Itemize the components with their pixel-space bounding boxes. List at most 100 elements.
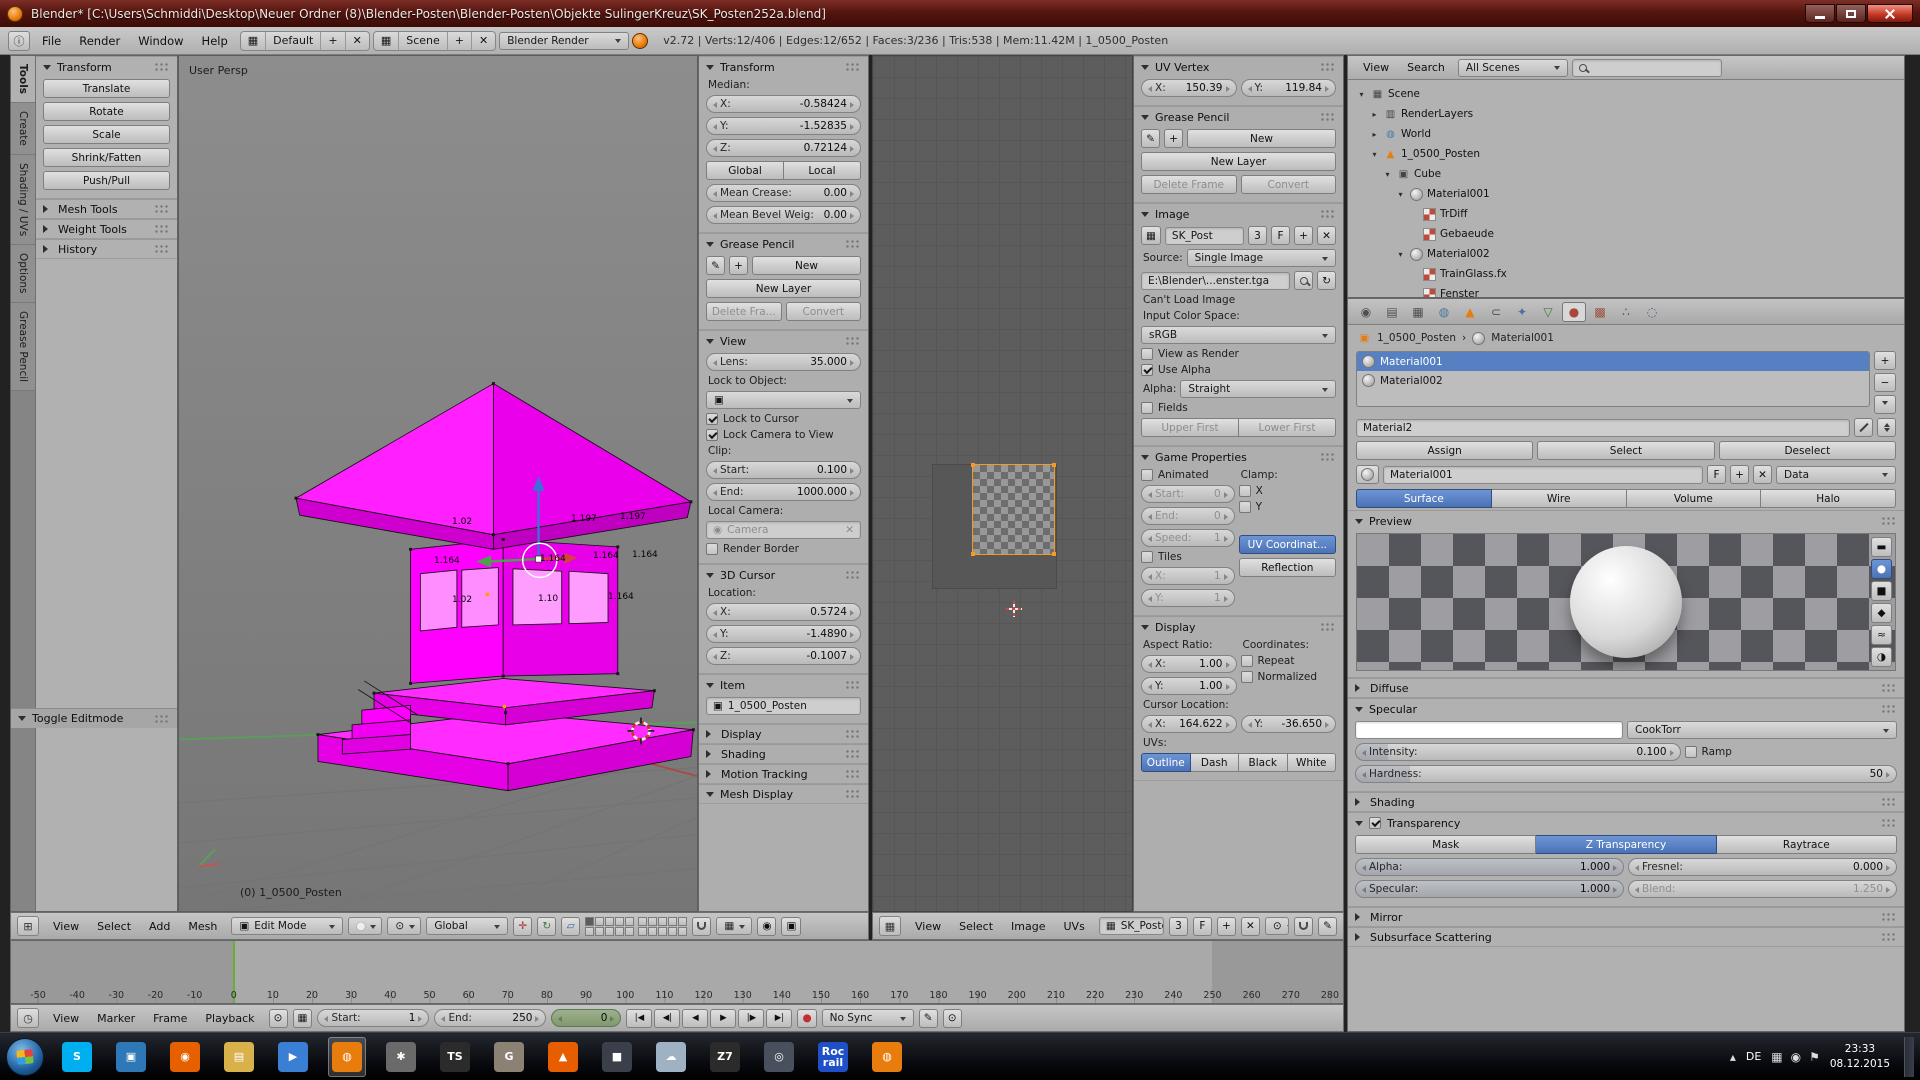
- image-browse-button[interactable]: ▦: [1141, 226, 1161, 245]
- menu-item[interactable]: Playback: [196, 1009, 263, 1028]
- mode-dropdown[interactable]: ▣Edit Mode: [231, 917, 343, 935]
- outliner-search-field[interactable]: [1572, 59, 1722, 77]
- sync-mode-dropdown[interactable]: No Sync: [822, 1009, 914, 1027]
- tool-shelf-tab[interactable]: Tools: [11, 56, 35, 103]
- tab-particles[interactable]: ∴: [1614, 302, 1638, 322]
- unlink-image-button[interactable]: ✕: [1317, 226, 1336, 245]
- panel-header-image[interactable]: Image: [1134, 204, 1343, 224]
- panel-header-subsurface-scattering[interactable]: Subsurface Scattering: [1348, 927, 1904, 947]
- median-x-field[interactable]: X:-0.58424: [706, 95, 861, 113]
- panel-header-item[interactable]: Item: [699, 675, 868, 695]
- taskbar-blender[interactable]: ◍: [328, 1037, 366, 1077]
- material-type-button[interactable]: Surface: [1356, 489, 1492, 508]
- local-button[interactable]: Local: [784, 161, 861, 180]
- panel-header-shading[interactable]: Shading: [1348, 792, 1904, 812]
- image-users-button[interactable]: 3: [1248, 226, 1267, 245]
- snap-toggle-button[interactable]: [1294, 917, 1313, 936]
- uv-vertex-y-field[interactable]: Y:119.84: [1241, 79, 1337, 97]
- median-z-field[interactable]: Z:0.72124: [706, 139, 861, 157]
- cursor-location-y-field[interactable]: Y:-36.650: [1241, 715, 1337, 733]
- image-users-button[interactable]: 3: [1169, 917, 1188, 936]
- image-source-dropdown[interactable]: Single Image: [1187, 249, 1336, 267]
- panel-header-transform[interactable]: Transform: [36, 57, 177, 77]
- tab-world[interactable]: ◍: [1432, 302, 1456, 322]
- snap-element-dropdown[interactable]: ▦: [716, 917, 752, 935]
- preview-type-button[interactable]: ●: [1871, 559, 1892, 579]
- menu-item[interactable]: Frame: [144, 1009, 196, 1028]
- frame-start-field[interactable]: Start:1: [317, 1009, 429, 1027]
- view-as-render-checkbox[interactable]: View as Render: [1141, 348, 1336, 360]
- expander-icon[interactable]: ▾: [1356, 90, 1367, 99]
- browse-file-button[interactable]: [1294, 271, 1313, 290]
- expander-icon[interactable]: ▸: [1369, 110, 1380, 119]
- playback-button[interactable]: |◀: [626, 1009, 652, 1028]
- taskbar-skype[interactable]: S: [58, 1037, 96, 1077]
- layout-name[interactable]: Default: [265, 32, 320, 50]
- tray-icon[interactable]: ◉: [1791, 1050, 1801, 1064]
- deselect-button[interactable]: Deselect: [1719, 441, 1896, 460]
- tool-button[interactable]: Scale: [43, 125, 170, 144]
- taskbar-rocrail[interactable]: Roc rail: [814, 1037, 852, 1077]
- panel-header-diffuse[interactable]: Diffuse: [1348, 678, 1904, 698]
- record-button[interactable]: ●: [797, 1009, 816, 1028]
- editor-type-uv-button[interactable]: ▦: [879, 916, 901, 936]
- tray-icon[interactable]: ▦: [1771, 1050, 1782, 1064]
- grease-add-button[interactable]: +: [1164, 129, 1183, 148]
- tab-scene[interactable]: ▦: [1406, 302, 1430, 322]
- menu-item[interactable]: Marker: [88, 1009, 144, 1028]
- menu-item[interactable]: Add: [140, 917, 179, 936]
- eyedropper-button[interactable]: [1854, 418, 1873, 437]
- manipulator-translate-button[interactable]: ✛: [513, 917, 532, 936]
- playback-button[interactable]: |▶: [738, 1009, 764, 1028]
- fake-user-button[interactable]: F: [1707, 465, 1726, 484]
- taskbar-gimp[interactable]: G: [490, 1037, 528, 1077]
- tray-icon[interactable]: ⚑: [1809, 1050, 1820, 1064]
- collapsed-panel-header[interactable]: Shading: [699, 744, 868, 764]
- pivot-dropdown[interactable]: ⊙: [1265, 917, 1289, 935]
- viewport-3d[interactable]: User Persp (0) 1_0500_Posten 1.02 1.197 …: [178, 55, 698, 912]
- unlink-material-button[interactable]: ✕: [1753, 465, 1772, 484]
- tab-constraints[interactable]: ⊂: [1484, 302, 1508, 322]
- uv-sculpt-button[interactable]: ✎: [1318, 917, 1337, 936]
- lock-object-dropdown[interactable]: ▣: [706, 391, 861, 409]
- normalized-checkbox[interactable]: Normalized: [1241, 671, 1337, 683]
- collapsed-panel-header[interactable]: Display: [699, 724, 868, 744]
- material-name-field[interactable]: Material2: [1356, 419, 1850, 437]
- editor-type-view3d-button[interactable]: ⊞: [17, 916, 39, 936]
- tab-texture[interactable]: ▩: [1588, 302, 1612, 322]
- new-layer-button[interactable]: New Layer: [1141, 152, 1336, 171]
- tool-button[interactable]: Push/Pull: [43, 171, 170, 190]
- redo-panel-header[interactable]: Toggle Editmode: [11, 708, 177, 728]
- collapsed-panel-header[interactable]: Mesh Tools: [36, 199, 177, 219]
- outliner-row[interactable]: ▾ ▦ Scene: [1352, 84, 1900, 104]
- cursor-z-field[interactable]: Z:-0.1007: [706, 647, 861, 665]
- scene-name[interactable]: Scene: [398, 32, 447, 50]
- timeline-ruler[interactable]: -50-40-30-20-100102030405060708090100110…: [10, 940, 1344, 1004]
- delete-frame-button[interactable]: Delete Frame: [1141, 175, 1237, 194]
- layout-delete-button[interactable]: ✕: [345, 32, 369, 50]
- taskbar-settings[interactable]: ✱: [382, 1037, 420, 1077]
- new-layer-button[interactable]: New Layer: [706, 279, 861, 298]
- clip-end-field[interactable]: End:1000.000: [706, 483, 861, 501]
- clamp-x-checkbox[interactable]: X: [1239, 485, 1336, 497]
- grease-draw-button[interactable]: ✎: [1141, 129, 1160, 148]
- uv-draw-mode-button[interactable]: Outline: [1141, 753, 1191, 772]
- outliner-row[interactable]: Fenster: [1352, 284, 1900, 298]
- new-image-button[interactable]: +: [1294, 226, 1313, 245]
- taskbar-camera-app[interactable]: ◎: [760, 1037, 798, 1077]
- tab-render-layers[interactable]: ▤: [1380, 302, 1404, 322]
- use-alpha-checkbox[interactable]: Use Alpha: [1141, 364, 1336, 376]
- taskbar-cloud-app[interactable]: ☁: [652, 1037, 690, 1077]
- aspect-y-field[interactable]: Y:1.00: [1141, 677, 1237, 695]
- repeat-checkbox[interactable]: Repeat: [1241, 655, 1337, 667]
- grease-new-button[interactable]: New: [752, 256, 861, 275]
- grease-new-button[interactable]: New: [1187, 129, 1336, 148]
- expander-icon[interactable]: ▸: [1369, 130, 1380, 139]
- clock[interactable]: 23:33 08.12.2015: [1830, 1042, 1894, 1070]
- expander-icon[interactable]: ▾: [1382, 170, 1393, 179]
- preview-type-button[interactable]: ≈: [1871, 625, 1892, 645]
- convert-button[interactable]: Convert: [786, 302, 862, 321]
- blend-slider[interactable]: Blend:1.250: [1628, 880, 1897, 898]
- maximize-button[interactable]: [1836, 4, 1866, 23]
- fake-user-button[interactable]: F: [1193, 917, 1212, 936]
